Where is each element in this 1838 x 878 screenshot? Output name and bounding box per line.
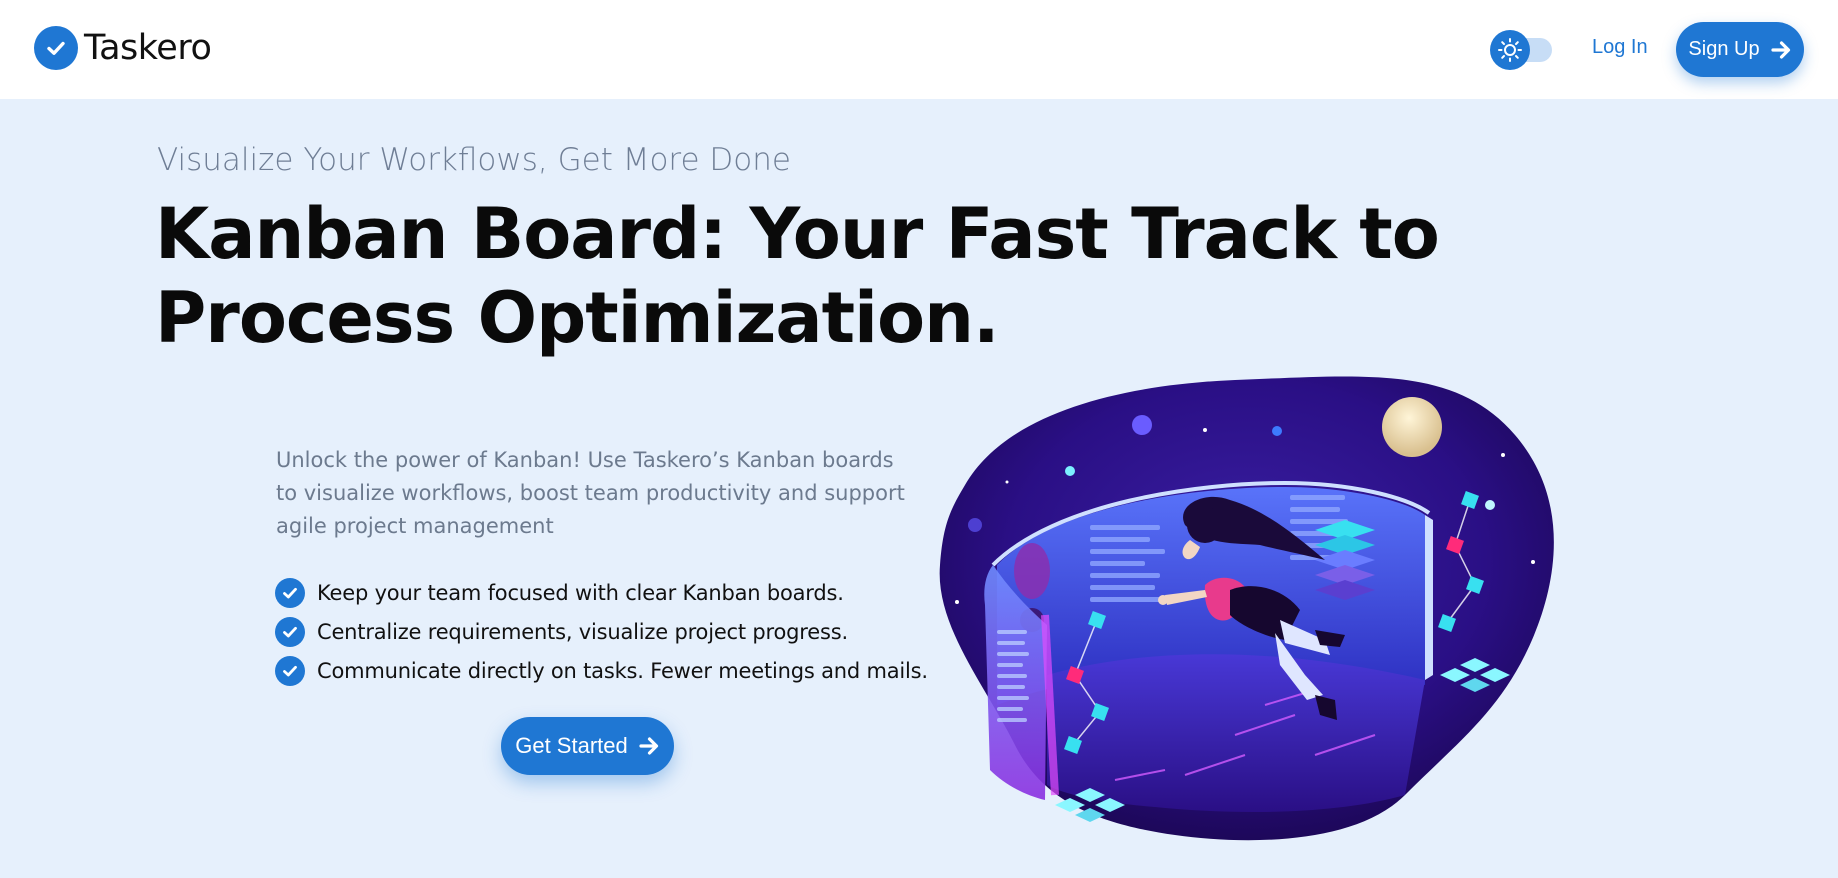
hero-eyebrow: Visualize Your Workflows, Get More Done (157, 142, 791, 178)
feature-item: Communicate directly on tasks. Fewer mee… (275, 651, 928, 690)
signup-button-label: Sign Up (1688, 38, 1760, 60)
feature-list: Keep your team focused with clear Kanban… (275, 573, 928, 690)
arrow-right-icon (639, 737, 658, 755)
sun-icon (1490, 30, 1530, 70)
check-circle-icon (275, 655, 305, 686)
feature-item: Keep your team focused with clear Kanban… (275, 573, 928, 612)
brand-logo[interactable]: Taskero (34, 26, 212, 70)
login-link[interactable]: Log In (1592, 36, 1648, 59)
check-circle-icon (34, 26, 78, 70)
hero-title: Kanban Board: Your Fast Track to Process… (155, 193, 1440, 359)
check-circle-icon (275, 616, 305, 647)
get-started-button-label: Get Started (515, 733, 628, 758)
signup-button[interactable]: Sign Up (1676, 22, 1804, 77)
feature-text: Centralize requirements, visualize proje… (317, 619, 848, 644)
feature-text: Keep your team focused with clear Kanban… (317, 580, 844, 605)
feature-text: Communicate directly on tasks. Fewer mee… (317, 658, 928, 683)
hero-intro: Unlock the power of Kanban! Use Taskero’… (276, 448, 905, 538)
brand-name: Taskero (84, 28, 212, 68)
check-circle-icon (275, 577, 305, 608)
get-started-button[interactable]: Get Started (501, 717, 674, 775)
site-header: Taskero Log In Sign Up (0, 0, 1838, 99)
theme-toggle[interactable] (1490, 28, 1556, 72)
kanban-hero-illustration (939, 376, 1554, 841)
feature-item: Centralize requirements, visualize proje… (275, 612, 928, 651)
arrow-right-icon (1770, 40, 1790, 59)
